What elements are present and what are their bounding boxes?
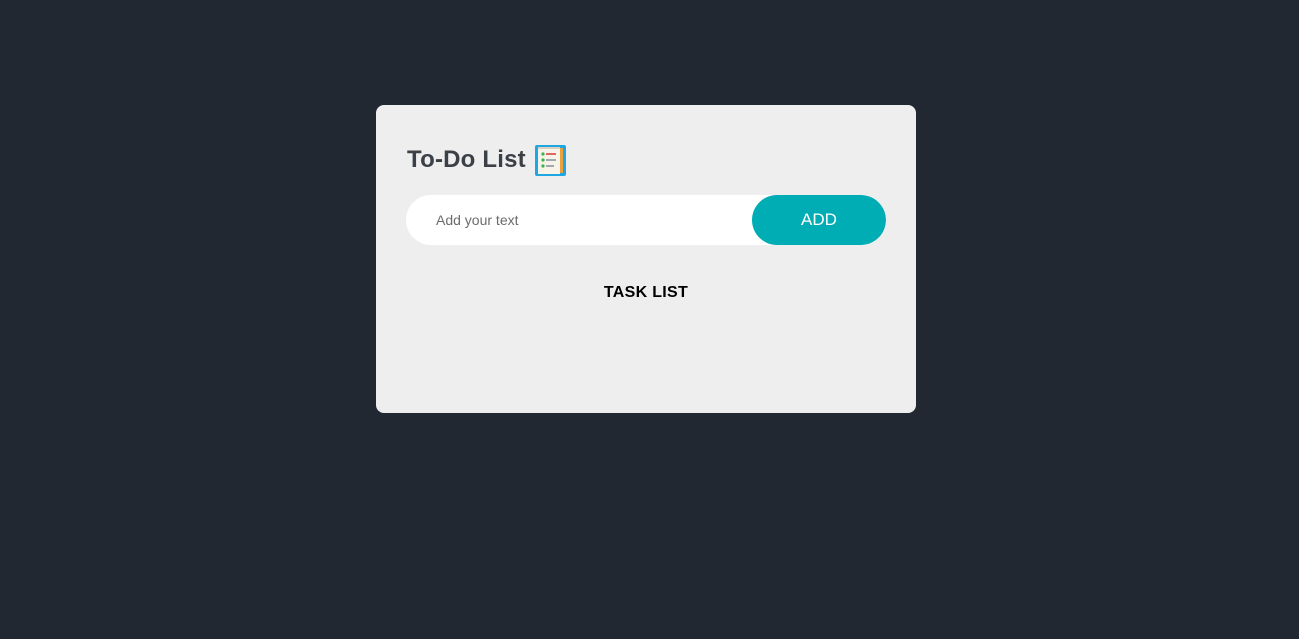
task-input[interactable] <box>406 195 766 245</box>
add-button[interactable]: ADD <box>752 195 886 245</box>
app-title: To-Do List <box>407 146 526 173</box>
checklist-notepad-icon <box>534 144 566 176</box>
add-task-row: ADD <box>406 195 886 245</box>
app-header: To-Do List <box>407 143 566 177</box>
task-list <box>406 315 886 395</box>
task-list-heading: TASK LIST <box>603 284 689 301</box>
todo-card: To-Do List ADD TASK LIST <box>376 105 916 413</box>
